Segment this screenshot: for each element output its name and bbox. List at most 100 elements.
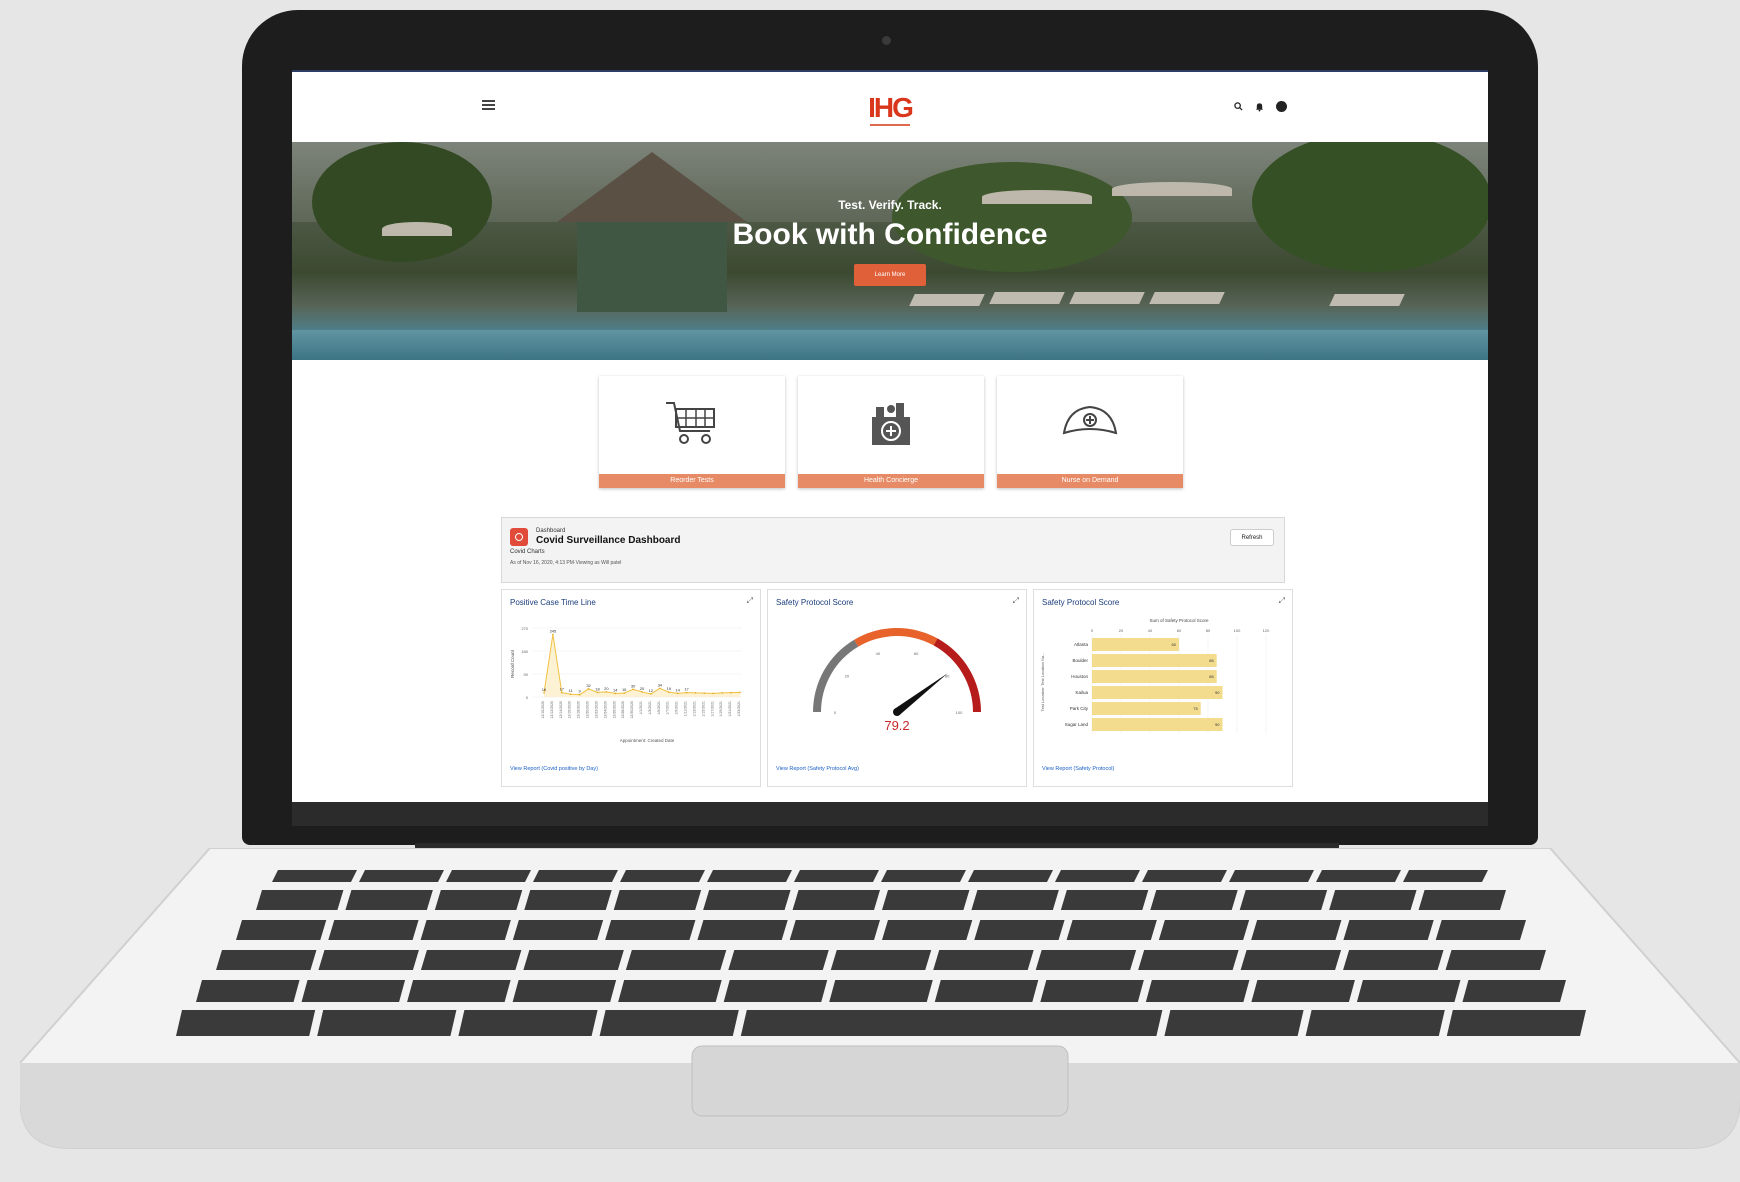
data-point	[694, 692, 697, 694]
x-axis-label: Appointment: Created Date	[620, 738, 675, 743]
keyboard-key	[1305, 1010, 1445, 1036]
keyboard-key	[1142, 870, 1227, 882]
x-tick-label: 12/12/2020	[550, 701, 554, 719]
keyboard-key	[728, 950, 829, 970]
dashboard-icon	[510, 528, 528, 546]
search-icon[interactable]	[1234, 102, 1243, 111]
x-tick-label: 1/3/2021	[648, 701, 652, 715]
category-label: Houston	[1071, 674, 1088, 679]
expand-icon[interactable]: ⤢	[747, 596, 753, 606]
x-tick-label: 1/21/2021	[728, 701, 732, 717]
data-label: 18	[595, 686, 600, 691]
data-point	[596, 691, 599, 694]
y-tick-label: 180	[521, 649, 528, 654]
data-point	[587, 688, 590, 690]
bell-icon[interactable]	[1255, 102, 1264, 112]
tile-reorder-tests[interactable]: Reorder Tests	[599, 376, 785, 488]
ihg-logo[interactable]: IHG	[858, 94, 922, 130]
data-point	[676, 692, 679, 695]
data-label: 14	[675, 687, 680, 692]
gauge-band-mid	[854, 628, 938, 647]
keyboard-key	[625, 950, 727, 970]
x-tick-label: 1/5/2021	[657, 701, 661, 715]
tile-nurse-on-demand[interactable]: Nurse on Demand	[997, 376, 1183, 488]
keyboard-key	[1240, 950, 1342, 970]
keyboard-key	[1418, 890, 1506, 910]
user-avatar-icon[interactable]	[1276, 101, 1287, 112]
y-axis-label: Test Location: Test Location Na...	[1040, 653, 1045, 712]
panel-title: Safety Protocol Score	[776, 598, 854, 607]
bar	[1092, 654, 1217, 667]
category-label: Kailua	[1075, 690, 1088, 695]
logo-tagline-bar	[870, 124, 910, 126]
keyboard-key	[420, 920, 511, 940]
y-axis-label: Record Count	[510, 649, 515, 678]
expand-icon[interactable]: ⤢	[1013, 596, 1019, 606]
keyboard-key	[216, 950, 317, 970]
keyboard-key	[317, 1010, 457, 1036]
view-report-link[interactable]: View Report (Covid positive by Day)	[510, 766, 598, 772]
x-tick-label: 40	[1148, 628, 1153, 633]
x-tick-label: 1/23/2021	[737, 701, 741, 717]
x-tick-label: 12/20/2020	[586, 701, 590, 719]
tile-label: Reorder Tests	[599, 474, 785, 488]
keyboard-key	[789, 920, 880, 940]
data-point	[569, 693, 572, 695]
keyboard-key	[458, 1010, 598, 1036]
x-tick-label: 1/19/2021	[719, 701, 723, 717]
category-label: Sugar Land	[1065, 722, 1089, 727]
data-point	[623, 692, 625, 694]
tile-health-concierge[interactable]: Health Concierge	[798, 376, 984, 488]
keyboard-key	[968, 870, 1053, 882]
x-tick-label: 12/26/2020	[612, 701, 616, 719]
dashboard-header: Dashboard Covid Surveillance Dashboard C…	[501, 517, 1285, 583]
keyboard-key	[1145, 980, 1250, 1002]
gauge-chart: 0 20 40 60 80 100 79.2	[813, 628, 981, 733]
gauge-tick-label: 60	[914, 651, 919, 656]
y-tick-label: 90	[524, 672, 529, 677]
bar-value-label: 75	[1193, 706, 1198, 711]
keyboard-key	[618, 980, 722, 1002]
x-tick-label: 1/11/2021	[684, 701, 688, 716]
bar	[1092, 686, 1223, 699]
keyboard-key	[1316, 870, 1401, 882]
keyboard-key	[1445, 950, 1546, 970]
bar-value-label: 60	[1172, 642, 1177, 647]
expand-icon[interactable]: ⤢	[1279, 596, 1285, 606]
gauge-panel: Safety Protocol Score ⤢ 0 20 40 60 80 100 79.2…	[767, 589, 1027, 787]
hero-title: Book with Confidence	[732, 218, 1048, 251]
gauge-tick-label: 100	[956, 710, 963, 715]
timeline-panel: Positive Case Time Line ⤢ 0 90 180 270 Recor…	[501, 589, 761, 787]
category-label: Boulder	[1072, 658, 1088, 663]
keyboard-key	[1229, 870, 1314, 882]
view-report-link[interactable]: View Report (Safety Protocol Avg)	[776, 766, 859, 772]
data-point	[578, 693, 581, 696]
keyboard-key	[176, 1010, 316, 1036]
data-point	[650, 693, 652, 695]
keyboard-key	[533, 870, 618, 882]
keyboard-key	[1060, 890, 1149, 910]
dashboard-as-of: As of Nov 16, 2020, 4:13 PM·Viewing as W…	[510, 560, 622, 566]
keyboard-key	[1462, 980, 1566, 1002]
shopping-cart-icon	[666, 402, 715, 444]
keyboard-key	[345, 890, 433, 910]
data-label: 20	[640, 686, 645, 691]
keyboard-key	[1446, 1010, 1586, 1036]
quick-action-tiles: Reorder Tests Health Concierge Nurse on …	[599, 376, 1183, 488]
data-point	[605, 691, 608, 693]
keyboard-key	[971, 890, 1059, 910]
learn-more-button[interactable]: Learn More	[854, 264, 926, 286]
keyboard-key	[328, 920, 419, 940]
refresh-button[interactable]: Refresh	[1230, 529, 1274, 546]
keyboard-key	[1040, 980, 1144, 1002]
x-tick-label: 120	[1263, 628, 1270, 633]
y-tick-label: 0	[526, 695, 529, 700]
view-report-link[interactable]: View Report (Safety Protocol)	[1042, 766, 1114, 772]
header-actions	[1234, 101, 1287, 112]
x-tick-label: 80	[1206, 628, 1211, 633]
data-label: 17	[684, 687, 689, 692]
panel-title: Safety Protocol Score	[1042, 598, 1120, 607]
hamburger-menu-icon[interactable]	[482, 100, 495, 110]
dashboard-type-label: Dashboard	[536, 528, 566, 534]
bar	[1092, 702, 1201, 715]
